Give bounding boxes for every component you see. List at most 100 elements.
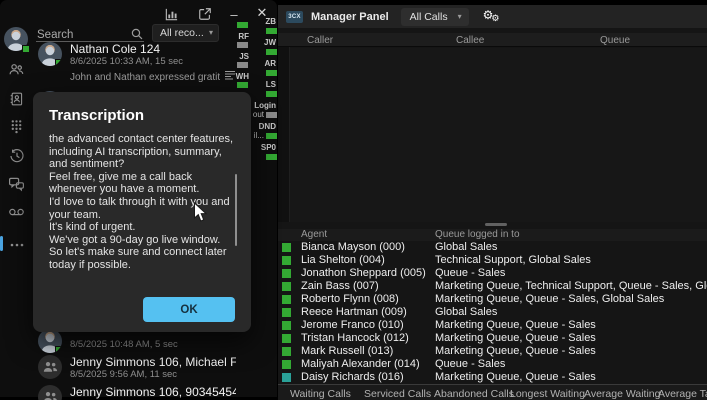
calls-table-header: Caller Callee Queue [278, 33, 707, 47]
agent-name: Roberto Flynn (008) [301, 293, 399, 306]
agent-queues: Global Sales [435, 241, 497, 254]
blf-button-dnd[interactable]: DNDil... [249, 122, 277, 143]
chat-icon [8, 176, 25, 197]
sidebar-item-history[interactable] [0, 147, 33, 169]
blf-status-square [266, 154, 277, 160]
contact-photo [38, 42, 62, 66]
summary-row: John and Nathan expressed gratitude for … [70, 68, 236, 86]
blf-label: JW [249, 38, 277, 48]
contact-name: Jenny Simmons 106, 903454545564... [70, 385, 236, 399]
queue-stats-header-row: Waiting CallsServiced CallsAbandoned Cal… [278, 384, 707, 400]
agent-name: Bianca Mayson (000) [301, 241, 405, 254]
minimize-button[interactable]: – [226, 6, 242, 22]
agent-row[interactable]: Jonathon Sheppard (005) Queue - Sales [278, 267, 707, 280]
blf-status-square[interactable] [237, 82, 248, 88]
blf-status-row [249, 49, 277, 55]
blf-status-square [266, 91, 277, 97]
blf-label[interactable]: WH [229, 72, 251, 82]
agent-name: Jerome Franco (010) [301, 319, 404, 332]
blf-button-login[interactable]: Loginout [249, 101, 277, 122]
settings-gears-icon[interactable]: ⚙⚙ [483, 10, 500, 23]
agent-row[interactable]: Jerome Franco (010)Marketing Queue, Queu… [278, 319, 707, 332]
agent-status-square [282, 295, 291, 304]
manager-panel: 3CX Manager Panel All Calls ▾ ⚙⚙ Caller … [278, 0, 707, 400]
blf-label: SP0 [249, 143, 277, 153]
agent-queues: Marketing Queue, Technical Support, Queu… [435, 280, 707, 293]
calls-table-body [290, 48, 707, 222]
ok-button[interactable]: OK [143, 297, 235, 322]
blf-status-square[interactable] [237, 62, 248, 68]
calls-filter-dropdown[interactable]: All Calls ▾ [401, 8, 469, 26]
more-icon [9, 235, 25, 253]
group-avatar-circle [38, 355, 62, 379]
agent-status-square [282, 308, 291, 317]
contact-photo [38, 329, 62, 353]
blf-button-zb[interactable]: ZB [249, 17, 277, 38]
dialog-scrollbar[interactable] [235, 174, 237, 246]
agent-row[interactable]: Daisy Richards (016)Marketing Queue, Que… [278, 371, 707, 384]
panel-resize-handle[interactable] [485, 223, 507, 226]
agent-row[interactable]: Lia Shelton (004)Technical Support, Glob… [278, 254, 707, 267]
sidebar-item-voicemail[interactable] [0, 203, 33, 225]
blf-status-square [266, 28, 277, 34]
agent-status-square [282, 321, 291, 330]
call-summary: John and Nathan expressed gratitude for … [70, 72, 220, 83]
sidebar-item-contacts[interactable] [0, 90, 33, 112]
sidebar-item-dialpad[interactable] [0, 118, 33, 140]
blf-button-ls[interactable]: LS [249, 80, 277, 101]
sidebar-item-team[interactable] [0, 61, 33, 83]
blf-label[interactable]: RF [229, 32, 251, 42]
agents-table-header: Agent Queue logged in to [278, 229, 707, 241]
blf-button-ar[interactable]: AR [249, 59, 277, 80]
agent-name: Mark Russell (013) [301, 345, 393, 358]
blf-status-square[interactable] [237, 22, 248, 28]
blf-status-row [249, 70, 277, 76]
blf-label: LS [249, 80, 277, 90]
agent-row[interactable]: Roberto Flynn (008) Marketing Queue, Queu… [278, 293, 707, 306]
transcription-paragraph: Feel free, give me a call back whenever … [49, 171, 236, 196]
page-title: Manager Panel [311, 11, 389, 23]
group-avatar [38, 385, 62, 400]
agent-row[interactable]: Reece Hartman (009)Global Sales [278, 306, 707, 319]
blf-button-sp0[interactable]: SP0 [249, 143, 277, 164]
agent-name: Maliyah Alexander (014) [301, 358, 420, 371]
statistics-icon[interactable] [163, 6, 179, 22]
sidebar-item-chat[interactable] [0, 175, 33, 197]
recording-list-item[interactable]: Jenny Simmons 106, 903454545564...8/4/20… [36, 383, 236, 400]
agents-table-body: Bianca Mayson (000) Global SalesLia Shelt… [278, 241, 707, 384]
contact-avatar [38, 42, 62, 66]
agent-row[interactable]: Bianca Mayson (000) Global Sales [278, 241, 707, 254]
sidebar-item-more[interactable] [0, 233, 33, 255]
recording-list-item[interactable]: Nathan Cole 1248/6/2025 10:33 AM, 15 sec… [36, 40, 236, 89]
stats-column-header: Serviced Calls [364, 388, 431, 400]
agent-name: Zain Bass (007) [301, 280, 379, 293]
recording-list-item[interactable]: Jenny Simmons 106, Michael Faringt...8/5… [36, 353, 236, 383]
blf-button-jw[interactable]: JW [249, 38, 277, 59]
agent-name: Jonathon Sheppard (005) [301, 267, 426, 280]
agent-row[interactable]: Tristan Hancock (012)Marketing Queue, Qu… [278, 332, 707, 345]
pop-out-icon[interactable] [197, 6, 213, 22]
blf-status-square [266, 70, 277, 76]
call-timestamp: 8/5/2025 10:48 AM, 5 sec [70, 329, 236, 350]
blf-label[interactable]: JS [229, 52, 251, 62]
recordings-list-continued: 8/5/2025 10:48 AM, 5 sec Jenny Simmons 10… [36, 327, 236, 400]
blf-label: AR [249, 59, 277, 69]
agent-queues: Marketing Queue, Queue - Sales, Global S… [435, 293, 664, 306]
presence-badge [55, 59, 62, 66]
agent-queues: Marketing Queue, Queue - Sales [435, 332, 596, 345]
sidebar [0, 0, 33, 397]
agent-row[interactable]: Mark Russell (013)Marketing Queue, Queue… [278, 345, 707, 358]
transcription-paragraph: We've got a 90-day go live window. [49, 234, 236, 247]
agent-queues: Queue - Sales [435, 267, 505, 280]
column-header-agent: Agent [301, 229, 327, 241]
blf-column-left: RF JS WH [229, 22, 251, 92]
blf-column-right: ZBJW AR LS LoginoutDNDil...SP0 [249, 17, 277, 164]
blf-status-row: il... [249, 133, 277, 139]
blf-status-square[interactable] [237, 42, 248, 48]
agent-row[interactable]: Zain Bass (007) Marketing Queue, Technica… [278, 280, 707, 293]
agent-status-square [282, 269, 291, 278]
agent-status-square [282, 334, 291, 343]
agent-status-square [282, 243, 291, 252]
user-avatar[interactable] [4, 27, 29, 52]
agent-row[interactable]: Maliyah Alexander (014)Queue - Sales [278, 358, 707, 371]
